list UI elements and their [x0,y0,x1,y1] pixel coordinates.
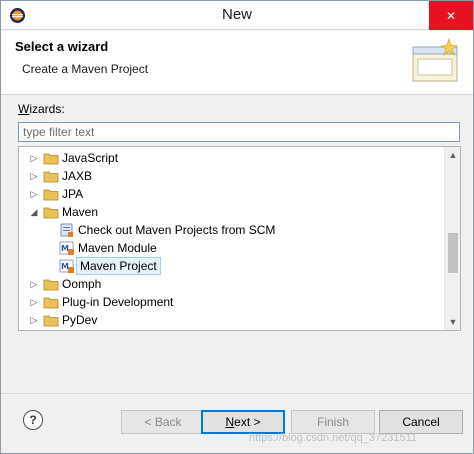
chevron-right-icon[interactable]: ▷ [29,189,39,199]
help-icon[interactable]: ? [23,410,43,430]
tree-item-maven-project[interactable]: M Maven Project [19,257,445,275]
chevron-right-icon[interactable]: ▷ [29,297,39,307]
svg-text:M: M [61,244,69,253]
folder-icon [43,315,59,327]
wizard-tree[interactable]: ▷ JavaScript ▷ JAXB ▷ JPA ◢ Maven Check … [18,146,461,331]
chevron-down-icon[interactable]: ◢ [29,207,39,217]
tree-item-label: Maven Project [76,257,161,275]
footer-separator [1,393,473,394]
close-button[interactable]: ✕ [429,1,473,30]
tree-item-label: JAXB [62,169,93,183]
scroll-down-icon[interactable]: ▼ [445,314,460,330]
tree-item-oomph[interactable]: ▷ Oomph [19,275,445,293]
watermark: https://blog.csdn.net/qq_37231511 [249,432,417,444]
scroll-up-icon[interactable]: ▲ [445,147,460,163]
tree-item-label: Maven [62,205,99,219]
tree-item-checkout-scm[interactable]: Check out Maven Projects from SCM [19,221,445,239]
tree-item-label: PyDev [62,313,98,327]
tree-item-plugin-development[interactable]: ▷ Plug-in Development [19,293,445,311]
folder-icon [43,153,59,165]
folder-icon [43,171,59,183]
title-bar: New ✕ [1,1,473,30]
tree-item-label: Plug-in Development [62,295,174,309]
tree-item-label: Maven Module [78,241,157,255]
banner-description: Create a Maven Project [22,62,149,76]
tree-scrollbar[interactable]: ▲ ▼ [444,147,460,330]
scroll-thumb[interactable] [448,233,458,273]
filter-input[interactable] [18,122,460,142]
tree-item-maven-module[interactable]: M Maven Module [19,239,445,257]
chevron-right-icon[interactable]: ▷ [29,315,39,325]
folder-icon [43,207,59,219]
folder-icon [43,279,59,291]
new-wizard-dialog: New ✕ Select a wizard Create a Maven Pro… [0,0,474,454]
next-button[interactable]: Next > [201,410,285,434]
wizard-graphic-icon [412,38,458,82]
banner-title: Select a wizard [15,39,109,54]
window-title: New [221,6,252,23]
wizards-label: Wizards: [18,102,65,116]
maven-project-icon: M [59,259,74,273]
back-button[interactable]: < Back [121,410,205,434]
checkout-icon [60,223,73,237]
tree-item-maven[interactable]: ◢ Maven [19,203,445,221]
tree-item-label: JavaScript [62,151,119,165]
folder-icon [43,297,59,309]
maven-module-icon: M [59,241,74,255]
tree-item-label: Check out Maven Projects from SCM [78,223,276,237]
cancel-button[interactable]: Cancel [379,410,463,434]
tree-item-jpa[interactable]: ▷ JPA [19,185,445,203]
close-icon: ✕ [445,8,457,23]
wizard-banner: Select a wizard Create a Maven Project [1,31,473,95]
chevron-right-icon[interactable]: ▷ [29,171,39,181]
tree-item-label: Oomph [62,277,102,291]
chevron-right-icon[interactable]: ▷ [29,153,39,163]
svg-text:M: M [61,262,69,271]
tree-item-pydev[interactable]: ▷ PyDev [19,311,445,329]
tree-item-jaxb[interactable]: ▷ JAXB [19,167,445,185]
folder-icon [43,189,59,201]
tree-item-label: JPA [62,187,84,201]
finish-button[interactable]: Finish [291,410,375,434]
chevron-right-icon[interactable]: ▷ [29,279,39,289]
tree-item-javascript[interactable]: ▷ JavaScript [19,149,445,167]
